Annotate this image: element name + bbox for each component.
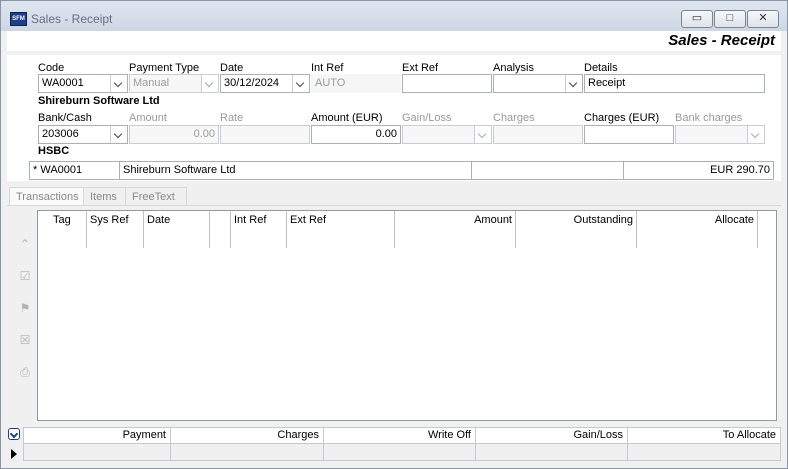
total-charges-value: [171, 444, 324, 461]
details-value: Receipt: [588, 77, 626, 89]
maximize-button[interactable]: □: [714, 10, 746, 28]
app-icon: SFM: [10, 12, 27, 26]
tab-items[interactable]: Items: [83, 187, 129, 206]
column-header-date[interactable]: Date: [144, 211, 210, 248]
chevron-down-icon[interactable]: [292, 75, 309, 92]
print-icon[interactable]: ⎙: [18, 366, 32, 378]
chevron-down-icon[interactable]: [110, 126, 127, 143]
account-balance: EUR 290.70: [710, 164, 770, 176]
minimize-button[interactable]: ▭: [681, 10, 713, 28]
account-summary-row[interactable]: * WA0001 Shireburn Software Ltd EUR 290.…: [29, 161, 774, 180]
payment-type-label: Payment Type: [129, 62, 200, 74]
totals-bar: Payment Charges Write Off Gain/Loss To A…: [7, 427, 781, 461]
account-name: Shireburn Software Ltd: [120, 162, 472, 179]
bank-charges-dropdown[interactable]: [675, 125, 765, 144]
ext-ref-label: Ext Ref: [402, 62, 439, 74]
int-ref-label: Int Ref: [311, 62, 344, 74]
gain-loss-label: Gain/Loss: [402, 112, 452, 124]
payment-type-value: Manual: [133, 77, 170, 89]
int-ref-field[interactable]: AUTO: [311, 74, 401, 93]
bank-cash-label: Bank/Cash: [38, 112, 92, 124]
bank-cash-dropdown[interactable]: 203006: [38, 125, 128, 144]
total-gain-loss-value: [476, 444, 628, 461]
current-row-marker-icon: [11, 449, 17, 459]
chevron-down-icon[interactable]: [747, 126, 764, 143]
chevron-down-icon[interactable]: [201, 75, 218, 92]
total-header-payment: Payment: [23, 427, 171, 444]
bank-cash-value: 203006: [42, 128, 79, 140]
column-header-tag[interactable]: Tag: [50, 211, 87, 248]
account-extra: [472, 162, 624, 179]
charges-input[interactable]: [493, 125, 583, 144]
column-header-blank[interactable]: [210, 211, 231, 248]
int-ref-value: AUTO: [315, 77, 346, 89]
code-label: Code: [38, 62, 65, 74]
total-payment-value: [23, 444, 171, 461]
column-header-ext-ref[interactable]: Ext Ref: [287, 211, 395, 248]
title-bar: SFM Sales - Receipt ▭ □ ✕: [1, 1, 787, 31]
rate-label: Rate: [220, 112, 244, 124]
banner-title: Sales - Receipt: [668, 32, 775, 49]
amount-eur-value: 0.00: [375, 128, 397, 140]
date-picker[interactable]: 30/12/2024: [220, 74, 310, 93]
gain-loss-dropdown[interactable]: [402, 125, 492, 144]
amount-label: Amount: [129, 112, 167, 124]
chevron-down-icon[interactable]: [110, 75, 127, 92]
payment-type-dropdown[interactable]: Manual: [129, 74, 219, 93]
chevron-up-icon[interactable]: ⌃: [18, 238, 32, 250]
chevron-down-icon[interactable]: [565, 75, 582, 92]
unallocate-icon[interactable]: ☒: [18, 334, 32, 346]
window-title: Sales - Receipt: [31, 12, 113, 26]
account-code-cell: * WA0001: [30, 162, 120, 179]
charges-eur-input[interactable]: [584, 125, 674, 144]
flag-icon[interactable]: ⚑: [18, 302, 32, 314]
column-header-amount[interactable]: Amount: [395, 211, 516, 248]
form-banner: Sales - Receipt: [7, 31, 781, 51]
charges-eur-label: Charges (EUR): [584, 112, 660, 124]
tab-transactions[interactable]: Transactions: [9, 187, 87, 206]
total-header-to-allocate: To Allocate: [628, 427, 781, 444]
analysis-label: Analysis: [493, 62, 534, 74]
transactions-grid[interactable]: Tag Sys Ref Date Int Ref Ext Ref Amount …: [37, 210, 777, 421]
details-input[interactable]: Receipt: [584, 74, 765, 93]
column-header-outstanding[interactable]: Outstanding: [516, 211, 637, 248]
total-header-gain-loss: Gain/Loss: [476, 427, 628, 444]
close-button[interactable]: ✕: [747, 10, 779, 28]
rate-input[interactable]: [220, 125, 310, 144]
date-value: 30/12/2024: [224, 77, 280, 89]
total-to-allocate-value: [628, 444, 781, 461]
total-header-write-off: Write Off: [324, 427, 476, 444]
bank-charges-label: Bank charges: [675, 112, 743, 124]
customer-name: Shireburn Software Ltd: [38, 95, 160, 107]
column-header-allocate[interactable]: Allocate: [637, 211, 758, 248]
amount-input[interactable]: 0.00: [129, 125, 219, 144]
analysis-dropdown[interactable]: [493, 74, 583, 93]
details-label: Details: [584, 62, 618, 74]
allocate-icon[interactable]: ☑: [18, 270, 32, 282]
total-header-charges: Charges: [171, 427, 324, 444]
amount-value: 0.00: [193, 128, 215, 140]
account-code: WA0001: [40, 164, 83, 176]
chevron-down-icon[interactable]: [8, 428, 20, 440]
amount-eur-input[interactable]: 0.00: [311, 125, 401, 144]
charges-label: Charges: [493, 112, 535, 124]
amount-eur-label: Amount (EUR): [311, 112, 383, 124]
chevron-down-icon[interactable]: [474, 126, 491, 143]
sales-receipt-window: SFM Sales - Receipt ▭ □ ✕ Sales - Receip…: [0, 0, 788, 469]
row-marker: *: [33, 164, 38, 176]
date-label: Date: [220, 62, 244, 74]
bank-name: HSBC: [38, 145, 70, 157]
code-dropdown[interactable]: WA0001: [38, 74, 128, 93]
grid-header: Tag Sys Ref Date Int Ref Ext Ref Amount …: [38, 211, 776, 248]
column-header-sys-ref[interactable]: Sys Ref: [87, 211, 144, 248]
column-header-int-ref[interactable]: Int Ref: [231, 211, 287, 248]
ext-ref-input[interactable]: [402, 74, 492, 93]
total-write-off-value: [324, 444, 476, 461]
tab-freetext[interactable]: FreeText: [125, 187, 187, 206]
code-value: WA0001: [42, 77, 84, 89]
